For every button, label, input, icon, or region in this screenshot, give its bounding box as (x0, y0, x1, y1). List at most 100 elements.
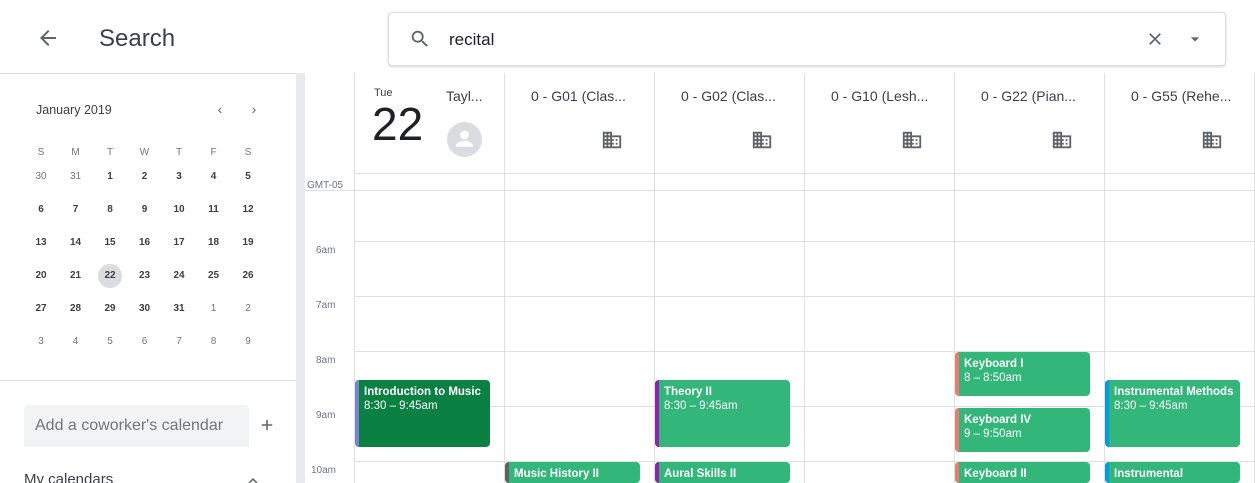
person-icon (455, 130, 474, 147)
mini-calendar-day[interactable]: 7 (64, 198, 88, 222)
mini-calendar-day[interactable]: 20 (29, 264, 53, 288)
caret-down-icon[interactable] (1185, 29, 1205, 49)
mini-calendar-day[interactable]: 8 (202, 330, 226, 354)
mini-calendar-day[interactable]: 12 (236, 198, 260, 222)
mini-calendar-day[interactable]: 11 (202, 198, 226, 222)
mini-calendar-day[interactable]: 1 (98, 165, 122, 189)
mini-calendar-day[interactable]: 31 (64, 165, 88, 189)
mini-calendar-day[interactable]: 10 (167, 198, 191, 222)
mini-calendar-day[interactable]: 6 (29, 198, 53, 222)
mini-calendar-day[interactable]: 2 (133, 165, 157, 189)
mini-calendar-day[interactable]: 14 (64, 231, 88, 255)
mini-calendar-day[interactable]: 9 (133, 198, 157, 222)
mini-calendar-day[interactable]: 4 (202, 165, 226, 189)
mini-calendar-day[interactable]: 24 (167, 264, 191, 288)
back-arrow-icon[interactable] (36, 26, 60, 50)
clear-icon[interactable] (1145, 29, 1165, 49)
building-icon (752, 131, 772, 149)
calendar-event[interactable]: Instrumental Methods 8:30 – 9:45am (1105, 379, 1240, 448)
sidebar-scrollbar[interactable] (296, 73, 305, 483)
mini-calendar-day[interactable]: 4 (64, 330, 88, 354)
mini-calendar-day[interactable]: 22 (98, 264, 122, 288)
mini-calendar-day[interactable]: 8 (98, 198, 122, 222)
mini-calendar-day[interactable]: 18 (202, 231, 226, 255)
mini-calendar-day[interactable]: 23 (133, 264, 157, 288)
calendar-event[interactable]: Aural Skills II (655, 461, 790, 483)
chevron-up-icon[interactable] (244, 472, 262, 483)
calendar-event[interactable]: Introduction to Music 8:30 – 9:45am (355, 379, 490, 448)
mini-calendar-day[interactable]: 31 (167, 297, 191, 321)
room-column-header[interactable]: 0 - G01 (Clas... (504, 73, 654, 173)
mini-calendar-dow: W (139, 147, 150, 158)
mini-calendar-day[interactable]: 28 (64, 297, 88, 321)
mini-calendar-day[interactable]: 3 (167, 165, 191, 189)
search-box (388, 12, 1226, 66)
mini-calendar-day[interactable]: 9 (236, 330, 260, 354)
event-color-stripe (355, 379, 359, 448)
calendar-owner-name: Tayl... (446, 88, 483, 104)
mini-calendar-dow: S (244, 147, 252, 158)
event-color-stripe (955, 407, 959, 452)
my-calendars-label[interactable]: My calendars (24, 471, 113, 483)
calendar-event[interactable]: Music History II (505, 461, 640, 483)
mini-calendar-day[interactable]: 30 (133, 297, 157, 321)
event-title: Aural Skills II (664, 467, 737, 480)
search-icon (411, 30, 428, 47)
event-title: Instrumental Methods (1114, 385, 1234, 398)
event-time: 8 – 8:50am (964, 372, 1022, 384)
add-coworker-input[interactable] (24, 405, 249, 447)
header-divider (354, 173, 1255, 174)
mini-calendar-day[interactable]: 7 (167, 330, 191, 354)
room-column-header[interactable]: 0 - G10 (Lesh... (804, 73, 954, 173)
room-name: 0 - G10 (Lesh... (831, 88, 929, 104)
mini-calendar-day[interactable]: 30 (29, 165, 53, 189)
mini-calendar-dow: M (71, 147, 80, 158)
day-number[interactable]: 22 (372, 100, 423, 148)
mini-calendar-day[interactable]: 25 (202, 264, 226, 288)
mini-calendar-day[interactable]: 15 (98, 231, 122, 255)
calendar-event[interactable]: Keyboard II (955, 461, 1090, 483)
event-title: Keyboard II (964, 467, 1027, 480)
event-color-stripe (955, 461, 959, 483)
room-column-header[interactable]: 0 - G02 (Clas... (654, 73, 804, 173)
search-input[interactable] (449, 26, 1049, 54)
mini-calendar-day[interactable]: 26 (236, 264, 260, 288)
event-time: 8:30 – 9:45am (1114, 399, 1188, 412)
avatar (447, 122, 482, 157)
time-label: 6am (316, 245, 336, 256)
calendar-event[interactable]: Theory II 8:30 – 9:45am (655, 379, 790, 448)
mini-calendar-day[interactable]: 6 (133, 330, 157, 354)
mini-calendar-dow: T (175, 147, 183, 158)
mini-calendar-day[interactable]: 1 (202, 297, 226, 321)
calendar-event[interactable]: Keyboard I 8 – 8:50am (955, 352, 1090, 397)
building-icon (1202, 131, 1222, 149)
mini-calendar-day[interactable]: 19 (236, 231, 260, 255)
page-title: Search (99, 25, 176, 52)
event-title: Introduction to Music (364, 385, 481, 398)
mini-calendar-day[interactable]: 21 (64, 264, 88, 288)
plus-icon[interactable] (258, 416, 276, 434)
mini-calendar-day[interactable]: 2 (236, 297, 260, 321)
mini-calendar-day[interactable]: 16 (133, 231, 157, 255)
calendar-event[interactable]: Instrumental (1105, 461, 1240, 483)
room-column-header[interactable]: 0 - G22 (Pian... (954, 73, 1104, 173)
building-icon (902, 131, 922, 149)
mini-calendar-day[interactable]: 13 (29, 231, 53, 255)
time-label: 7am (316, 300, 336, 311)
mini-calendar-day[interactable]: 17 (167, 231, 191, 255)
event-title: Keyboard I (964, 358, 1024, 370)
mini-calendar-next-button[interactable]: › (246, 101, 262, 119)
calendar-event[interactable]: Keyboard IV 9 – 9:50am (955, 407, 1090, 452)
time-label: 8am (316, 355, 336, 366)
mini-calendar-day[interactable]: 5 (98, 330, 122, 354)
event-color-stripe (1105, 379, 1109, 448)
event-time: 8:30 – 9:45am (664, 399, 738, 412)
mini-calendar-day[interactable]: 5 (236, 165, 260, 189)
event-color-stripe (1105, 461, 1109, 483)
mini-calendar-day[interactable]: 27 (29, 297, 53, 321)
mini-calendar-day[interactable]: 29 (98, 297, 122, 321)
room-column-header[interactable]: 0 - G55 (Rehe... (1104, 73, 1254, 173)
room-name: 0 - G01 (Clas... (531, 88, 626, 104)
mini-calendar-prev-button[interactable]: ‹ (212, 101, 228, 119)
mini-calendar-day[interactable]: 3 (29, 330, 53, 354)
